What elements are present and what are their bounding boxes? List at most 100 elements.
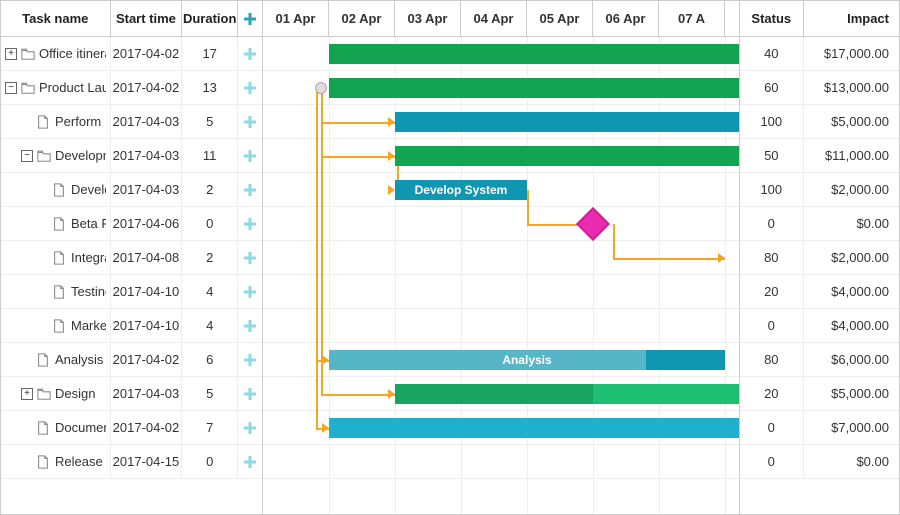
cell-start[interactable]: 2017-04-02	[111, 411, 183, 444]
cell-start[interactable]: 2017-04-03	[111, 377, 183, 410]
task-row[interactable]: −Development2017-04-0311	[1, 139, 262, 173]
cell-status[interactable]: 0	[740, 411, 804, 444]
col-header-taskname[interactable]: Task name	[1, 1, 111, 36]
cell-taskname[interactable]: Testing	[1, 275, 111, 308]
cell-taskname[interactable]: Integrate System	[1, 241, 111, 274]
task-row[interactable]: +Office itinerancy2017-04-0217	[1, 37, 262, 71]
cell-start[interactable]: 2017-04-02	[111, 71, 183, 104]
add-task-button[interactable]	[238, 139, 262, 172]
timeline-row[interactable]	[263, 207, 739, 241]
cell-start[interactable]: 2017-04-08	[111, 241, 183, 274]
cell-impact[interactable]: $6,000.00	[804, 343, 899, 376]
cell-taskname[interactable]: +Office itinerancy	[1, 37, 111, 70]
cell-start[interactable]: 2017-04-02	[111, 343, 183, 376]
collapse-toggle[interactable]: −	[5, 82, 17, 94]
cell-duration[interactable]: 4	[182, 275, 238, 308]
col-header-starttime[interactable]: Start time	[111, 1, 183, 36]
cell-impact[interactable]: $0.00	[804, 207, 899, 240]
task-row-right[interactable]: 40$17,000.00	[740, 37, 899, 71]
cell-status[interactable]: 50	[740, 139, 804, 172]
cell-status[interactable]: 80	[740, 343, 804, 376]
task-row[interactable]: Develop System2017-04-032	[1, 173, 262, 207]
cell-taskname[interactable]: Documentation creation	[1, 411, 111, 444]
cell-status[interactable]: 80	[740, 241, 804, 274]
task-row-right[interactable]: 100$5,000.00	[740, 105, 899, 139]
gantt-bar[interactable]: Documentation creation	[329, 418, 739, 438]
cell-taskname[interactable]: +Design	[1, 377, 111, 410]
timeline-row[interactable]: Develop System	[263, 173, 739, 207]
gantt-bar[interactable]: Develop System	[395, 180, 527, 200]
cell-taskname[interactable]: Release v1.0	[1, 445, 111, 478]
timeline-body[interactable]: Perform Initial testingDevelop SystemAna…	[263, 37, 739, 479]
task-row-right[interactable]: 50$11,000.00	[740, 139, 899, 173]
cell-duration[interactable]: 2	[182, 173, 238, 206]
task-row-right[interactable]: 0$0.00	[740, 445, 899, 479]
cell-taskname[interactable]: Perform Initial testing	[1, 105, 111, 138]
cell-impact[interactable]: $7,000.00	[804, 411, 899, 444]
cell-start[interactable]: 2017-04-02	[111, 37, 183, 70]
milestone-marker[interactable]	[581, 212, 605, 236]
timeline-area[interactable]: 01 Apr02 Apr03 Apr04 Apr05 Apr06 Apr07 A…	[263, 1, 739, 514]
col-header-status[interactable]: Status	[740, 1, 804, 36]
cell-start[interactable]: 2017-04-10	[111, 275, 183, 308]
task-row-right[interactable]: 0$0.00	[740, 207, 899, 241]
col-header-impact[interactable]: Impact	[804, 1, 899, 36]
add-task-button[interactable]	[238, 377, 262, 410]
cell-status[interactable]: 20	[740, 377, 804, 410]
task-row[interactable]: Release v1.02017-04-150	[1, 445, 262, 479]
add-task-button[interactable]	[238, 207, 262, 240]
cell-impact[interactable]: $5,000.00	[804, 105, 899, 138]
task-row-right[interactable]: 100$2,000.00	[740, 173, 899, 207]
cell-duration[interactable]: 0	[182, 207, 238, 240]
task-row-right[interactable]: 60$13,000.00	[740, 71, 899, 105]
collapse-toggle[interactable]: −	[21, 150, 33, 162]
cell-start[interactable]: 2017-04-15	[111, 445, 183, 478]
gantt-bar[interactable]	[329, 44, 739, 64]
task-row[interactable]: Beta Release2017-04-060	[1, 207, 262, 241]
cell-taskname[interactable]: Beta Release	[1, 207, 111, 240]
task-row-right[interactable]: 20$4,000.00	[740, 275, 899, 309]
timeline-row[interactable]	[263, 275, 739, 309]
cell-duration[interactable]: 11	[182, 139, 238, 172]
cell-impact[interactable]: $17,000.00	[804, 37, 899, 70]
gantt-bar[interactable]: Design	[395, 384, 739, 404]
gantt-bar[interactable]: Analysis	[329, 350, 725, 370]
cell-duration[interactable]: 2	[182, 241, 238, 274]
cell-duration[interactable]: 6	[182, 343, 238, 376]
cell-impact[interactable]: $2,000.00	[804, 241, 899, 274]
cell-status[interactable]: 100	[740, 173, 804, 206]
add-task-button[interactable]	[238, 445, 262, 478]
timeline-row[interactable]: Analysis	[263, 343, 739, 377]
cell-impact[interactable]: $5,000.00	[804, 377, 899, 410]
add-task-button[interactable]	[238, 37, 262, 70]
gantt-bar[interactable]	[329, 78, 739, 98]
cell-taskname[interactable]: Develop System	[1, 173, 111, 206]
cell-impact[interactable]: $11,000.00	[804, 139, 899, 172]
timeline-row[interactable]	[263, 309, 739, 343]
cell-start[interactable]: 2017-04-03	[111, 139, 183, 172]
task-row[interactable]: Integrate System2017-04-082	[1, 241, 262, 275]
timeline-row[interactable]	[263, 71, 739, 105]
expand-toggle[interactable]: +	[5, 48, 17, 60]
cell-impact[interactable]: $4,000.00	[804, 309, 899, 342]
cell-start[interactable]: 2017-04-06	[111, 207, 183, 240]
cell-start[interactable]: 2017-04-03	[111, 173, 183, 206]
task-row[interactable]: +Design2017-04-035	[1, 377, 262, 411]
cell-taskname[interactable]: Marketing	[1, 309, 111, 342]
cell-status[interactable]: 40	[740, 37, 804, 70]
cell-status[interactable]: 0	[740, 207, 804, 240]
cell-taskname[interactable]: −Product Launch	[1, 71, 111, 104]
cell-impact[interactable]: $0.00	[804, 445, 899, 478]
cell-duration[interactable]: 7	[182, 411, 238, 444]
cell-duration[interactable]: 13	[182, 71, 238, 104]
cell-impact[interactable]: $2,000.00	[804, 173, 899, 206]
cell-status[interactable]: 0	[740, 309, 804, 342]
cell-status[interactable]: 0	[740, 445, 804, 478]
timeline-row[interactable]	[263, 37, 739, 71]
add-task-button[interactable]	[238, 275, 262, 308]
add-task-button[interactable]	[238, 241, 262, 274]
expand-toggle[interactable]: +	[21, 388, 33, 400]
task-row[interactable]: Marketing2017-04-104	[1, 309, 262, 343]
cell-impact[interactable]: $13,000.00	[804, 71, 899, 104]
cell-start[interactable]: 2017-04-10	[111, 309, 183, 342]
